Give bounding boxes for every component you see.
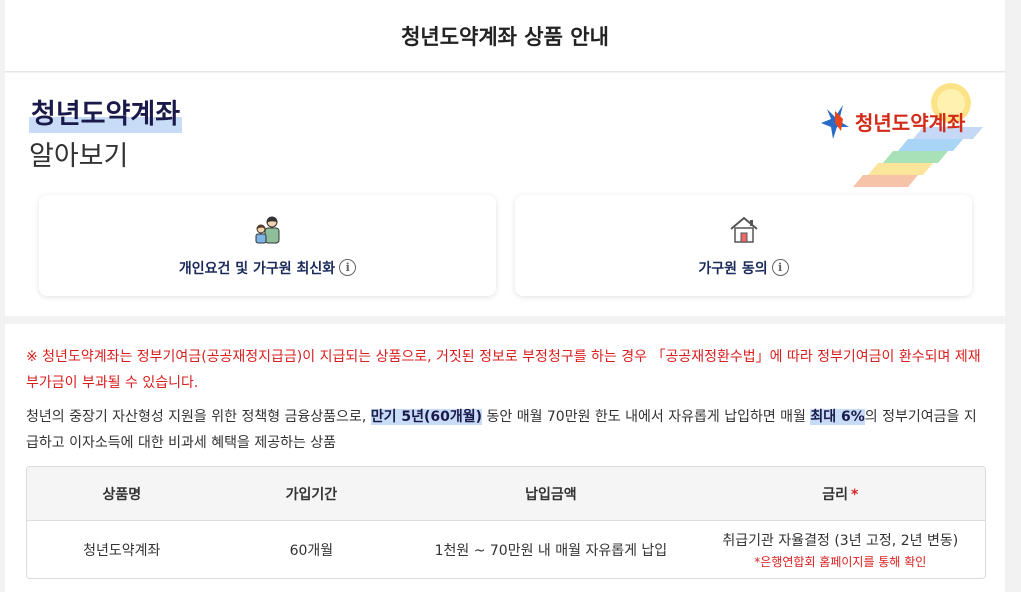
product-description: 청년의 중장기 자산형성 지원을 위한 정책형 금융상품으로, 만기 5년(60…	[26, 409, 977, 451]
intro-subtitle: 알아보기	[29, 141, 129, 172]
intro-title: 청년도약계좌	[29, 97, 183, 133]
page-title: 청년도약계좌 상품 안내	[401, 24, 609, 49]
maturity-highlight: 만기 5년(60개월)	[370, 409, 483, 425]
house-icon	[729, 216, 758, 243]
info-icon[interactable]: i	[339, 259, 357, 276]
warning-notice: ※ 청년도약계좌는 정부기여금(공공재정지급금)이 지급되는 상품으로, 거짓된…	[26, 349, 981, 391]
household-consent-label: 가구원 동의 i	[698, 258, 789, 278]
max-rate-highlight: 최대 6%	[810, 409, 865, 425]
column-header: 가입기간	[216, 467, 407, 521]
rate-cell: 취급기관 자율결정 (3년 고정, 2년 변동) *은행연합회 홈페이지를 통해…	[696, 521, 985, 578]
column-header: 납입금액	[406, 467, 696, 521]
logo-text: 청년도약계좌	[855, 112, 966, 135]
column-header: 상품명	[27, 467, 217, 521]
period-cell: 60개월	[289, 542, 334, 559]
info-icon[interactable]: i	[771, 259, 789, 276]
intro-section: 청년도약계좌 알아보기 청년도약계좌 개인요건 및 가구원 최신화 i 가구원 …	[5, 73, 1005, 316]
product-info-section: ※ 청년도약계좌는 정부기여금(공공재정지급금)이 지급되는 상품으로, 거짓된…	[5, 324, 1005, 592]
youth-account-logo: 청년도약계좌	[821, 83, 983, 187]
required-mark: *	[851, 486, 859, 503]
table-row: 청년도약계좌 60개월 1천원 ~ 70만원 내 매월 자유롭게 납입 취급기관…	[27, 521, 985, 578]
page-header: 청년도약계좌 상품 안내	[5, 0, 1005, 72]
column-header: 금리 *	[695, 467, 985, 521]
table-header-row: 상품명 가입기간 납입금액 금리 *	[27, 467, 985, 521]
family-icon	[255, 216, 279, 243]
product-table: 상품명 가입기간 납입금액 금리 * 청년도약계좌 60개월 1천원 ~ 70만원…	[26, 466, 986, 579]
product-name-cell: 청년도약계좌	[83, 542, 161, 559]
household-consent-card[interactable]: 가구원 동의 i	[515, 195, 972, 296]
personal-info-update-label: 개인요건 및 가구원 최신화 i	[179, 258, 357, 278]
personal-info-update-card[interactable]: 개인요건 및 가구원 최신화 i	[39, 195, 496, 296]
rate-note: *은행연합회 홈페이지를 통해 확인	[754, 554, 927, 569]
amount-cell: 1천원 ~ 70만원 내 매월 자유롭게 납입	[434, 542, 668, 559]
